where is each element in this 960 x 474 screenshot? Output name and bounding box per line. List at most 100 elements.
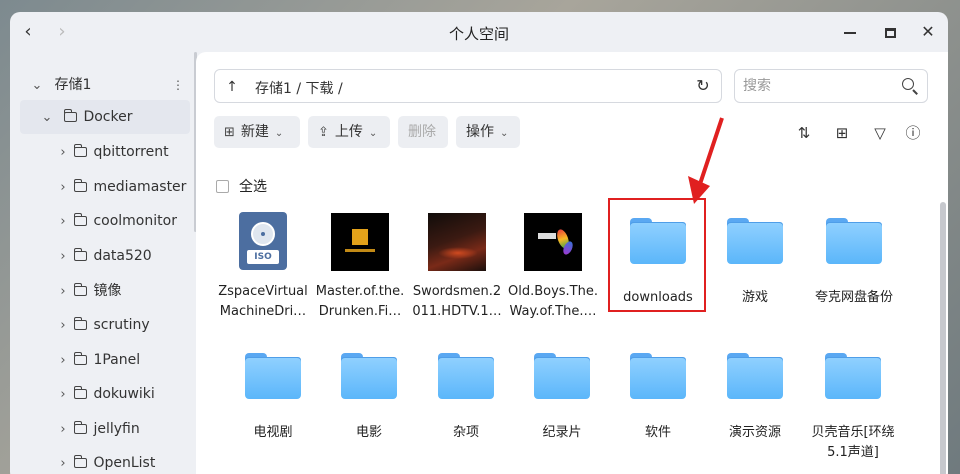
folder-icon: [73, 386, 88, 399]
sidebar-item-jellyfin[interactable]: › jellyfin: [40, 412, 190, 446]
chevron-right-icon[interactable]: ›: [56, 171, 70, 205]
minimize-icon: [844, 31, 856, 34]
folder-icon: [63, 109, 78, 122]
select-all[interactable]: 全选: [216, 176, 267, 196]
sort-icon[interactable]: ⇅: [793, 122, 815, 144]
sidebar-item-label: OpenList: [93, 455, 156, 471]
sidebar-item-coolmonitor[interactable]: › coolmonitor: [40, 204, 190, 238]
close-button[interactable]: ✕: [916, 20, 940, 44]
file-item[interactable]: ISO ZspaceVirtual MachineDri…: [217, 212, 309, 322]
sidebar-item-1panel[interactable]: › 1Panel: [40, 343, 190, 377]
folder-name: 游戏: [741, 290, 768, 305]
sidebar-item-label: coolmonitor: [93, 213, 177, 229]
sidebar-item-label: mediamaster: [93, 179, 187, 195]
maximize-button[interactable]: [878, 20, 902, 44]
folder-icon: [630, 353, 686, 399]
folder-item[interactable]: 软件: [612, 347, 704, 443]
sidebar-item-openlist[interactable]: › OpenList: [40, 446, 190, 474]
new-button-label: 新建: [240, 124, 269, 140]
folder-icon: [73, 248, 88, 261]
sidebar-item-dokuwiki[interactable]: › dokuwiki: [40, 377, 190, 411]
folder-item[interactable]: 纪录片: [516, 347, 608, 443]
up-arrow-icon[interactable]: ↑: [221, 76, 243, 98]
folder-item[interactable]: 夸克网盘备份: [805, 212, 903, 308]
highlight-box: [608, 198, 706, 312]
refresh-icon[interactable]: ↻: [693, 76, 713, 96]
video-thumbnail: [524, 213, 582, 271]
sidebar-item-mirror[interactable]: › 镜像: [40, 274, 190, 308]
upload-button[interactable]: ⇪ 上传 ⌄: [308, 116, 390, 148]
file-item[interactable]: Old.Boys.The. Way.of.The.…: [507, 212, 599, 322]
sidebar-item-label: data520: [93, 248, 152, 264]
path-bar[interactable]: ↑ 存储1 / 下载 / ↻: [214, 69, 722, 103]
chevron-right-icon[interactable]: ›: [56, 447, 70, 474]
upload-button-label: 上传: [334, 124, 363, 140]
chevron-down-icon: ⌄: [274, 128, 284, 139]
sidebar-item-label: scrutiny: [93, 317, 150, 333]
minimize-button[interactable]: [838, 20, 862, 44]
chevron-right-icon[interactable]: ›: [56, 205, 70, 239]
main-scrollbar[interactable]: [940, 202, 946, 474]
search-box[interactable]: [734, 69, 928, 103]
sidebar-item-label: 存储1: [54, 77, 92, 93]
new-button[interactable]: ⊞ 新建 ⌄: [214, 116, 300, 148]
delete-button[interactable]: 删除: [398, 116, 448, 148]
sidebar-item-storage1[interactable]: ⌄ 存储1 ⋮: [30, 68, 190, 102]
folder-icon: [73, 352, 88, 365]
select-all-checkbox[interactable]: [216, 180, 229, 193]
folder-item[interactable]: 演示资源: [709, 347, 801, 443]
folder-name: 纪录片: [542, 425, 582, 440]
chevron-right-icon[interactable]: ›: [56, 240, 70, 274]
sidebar-item-mediamaster[interactable]: › mediamaster: [40, 170, 190, 204]
window-title: 个人空间: [448, 25, 509, 43]
chevron-right-icon[interactable]: ›: [56, 378, 70, 412]
sidebar-item-qbittorrent[interactable]: › qbittorrent: [40, 135, 190, 169]
chevron-right-icon[interactable]: ›: [56, 344, 70, 378]
title-bar: ‹ › 个人空间 ✕: [10, 12, 948, 52]
folder-name: 夸克网盘备份: [814, 290, 893, 305]
sidebar-item-data520[interactable]: › data520: [40, 239, 190, 273]
chevron-right-icon[interactable]: ›: [56, 309, 70, 343]
folder-name: 电影: [355, 425, 382, 440]
info-icon[interactable]: ⓘ: [902, 122, 924, 144]
search-icon[interactable]: [901, 77, 919, 95]
sidebar-item-docker[interactable]: ⌄ Docker: [20, 100, 190, 134]
folder-item[interactable]: 贝壳音乐[环绕 5.1声道]: [803, 347, 903, 463]
more-icon[interactable]: ⋮: [172, 68, 184, 102]
maximize-icon: [884, 27, 896, 38]
folder-icon: [73, 421, 88, 434]
search-input[interactable]: [743, 76, 893, 96]
folder-icon: [727, 353, 783, 399]
file-item[interactable]: Master.of.the. Drunken.Fi…: [314, 212, 406, 322]
chevron-right-icon[interactable]: ›: [56, 275, 70, 309]
file-name: Swordsmen.2 011.HDTV.1…: [412, 284, 502, 319]
grid-view-icon[interactable]: ⊞: [831, 122, 853, 144]
video-thumbnail: [331, 213, 389, 271]
file-item[interactable]: Swordsmen.2 011.HDTV.1…: [411, 212, 503, 322]
folder-icon: [73, 213, 88, 226]
filter-icon[interactable]: ▽: [869, 122, 891, 144]
add-file-icon: ⊞: [224, 125, 235, 140]
folder-icon: [73, 144, 88, 157]
upload-icon: ⇪: [318, 125, 329, 140]
folder-item[interactable]: 电影: [323, 347, 415, 443]
sidebar-item-scrutiny[interactable]: › scrutiny: [40, 308, 190, 342]
folder-icon: [73, 455, 88, 468]
breadcrumb[interactable]: 存储1 / 下载 /: [255, 78, 343, 98]
chevron-right-icon[interactable]: ›: [56, 413, 70, 447]
folder-icon: [534, 353, 590, 399]
chevron-down-icon[interactable]: ⌄: [40, 101, 54, 135]
folder-icon: [438, 353, 494, 399]
chevron-down-icon[interactable]: ⌄: [30, 69, 44, 103]
chevron-down-icon: ⌄: [368, 128, 378, 139]
operations-button[interactable]: 操作 ⌄: [456, 116, 520, 148]
folder-item[interactable]: 电视剧: [227, 347, 319, 443]
folder-item[interactable]: 游戏: [709, 212, 801, 308]
folder-icon: [826, 218, 882, 264]
sidebar-item-label: Docker: [83, 109, 133, 125]
folder-icon: [73, 283, 88, 296]
video-thumbnail: [428, 213, 486, 271]
folder-item[interactable]: 杂项: [420, 347, 512, 443]
chevron-right-icon[interactable]: ›: [56, 136, 70, 170]
folder-icon: [73, 179, 88, 192]
